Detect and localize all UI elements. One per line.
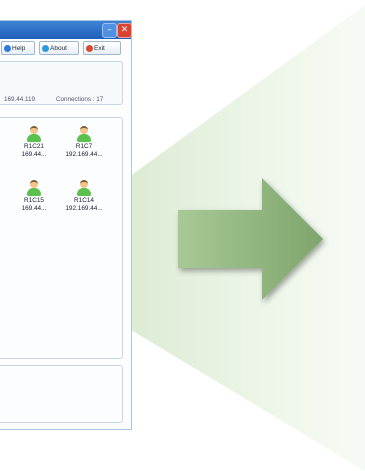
app-window: – ✕ Help About Exit 169.44.119 Connectio… <box>0 20 132 430</box>
minimize-button[interactable]: – <box>102 23 117 38</box>
about-label: About <box>50 45 67 52</box>
server-ip-text: 169.44.119 <box>4 96 36 103</box>
about-button[interactable]: About <box>39 41 79 55</box>
client-ip: 169.44... <box>21 204 47 212</box>
client-item[interactable]: R1C7 192.169.44... <box>60 126 108 166</box>
user-icon <box>77 126 91 142</box>
client-item[interactable]: R1C14 192.169.44... <box>60 180 108 220</box>
client-name: R1C21 <box>24 143 44 150</box>
client-ip: 169.44... <box>21 150 47 158</box>
info-icon <box>42 45 49 52</box>
exit-label: Exit <box>94 45 105 52</box>
client-ip: 192.169.44... <box>65 150 103 158</box>
user-icon <box>27 180 41 196</box>
help-button[interactable]: Help <box>1 41 35 55</box>
client-ip: 192.169.44... <box>65 204 103 212</box>
client-item[interactable]: R1C21 169.44... <box>10 126 58 166</box>
client-name: R1C14 <box>74 197 94 204</box>
close-button[interactable]: ✕ <box>117 23 132 38</box>
toolbar: Help About Exit <box>0 41 131 57</box>
title-bar: – ✕ <box>0 21 132 39</box>
log-panel <box>0 365 123 423</box>
help-icon <box>4 45 11 52</box>
help-label: Help <box>12 45 26 52</box>
exit-icon <box>86 45 93 52</box>
status-panel: 169.44.119 Connections : 17 <box>0 61 123 105</box>
exit-button[interactable]: Exit <box>83 41 121 55</box>
user-icon <box>27 126 41 142</box>
connections-count: Connections : 17 <box>56 96 104 103</box>
clients-panel: R1C21 169.44... R1C7 192.169.44... R1C15… <box>0 117 123 359</box>
user-icon <box>77 180 91 196</box>
client-name: R1C7 <box>75 143 93 150</box>
client-item[interactable]: R1C15 169.44... <box>10 180 58 220</box>
right-arrow-icon <box>178 178 323 300</box>
client-name: R1C15 <box>24 197 44 204</box>
